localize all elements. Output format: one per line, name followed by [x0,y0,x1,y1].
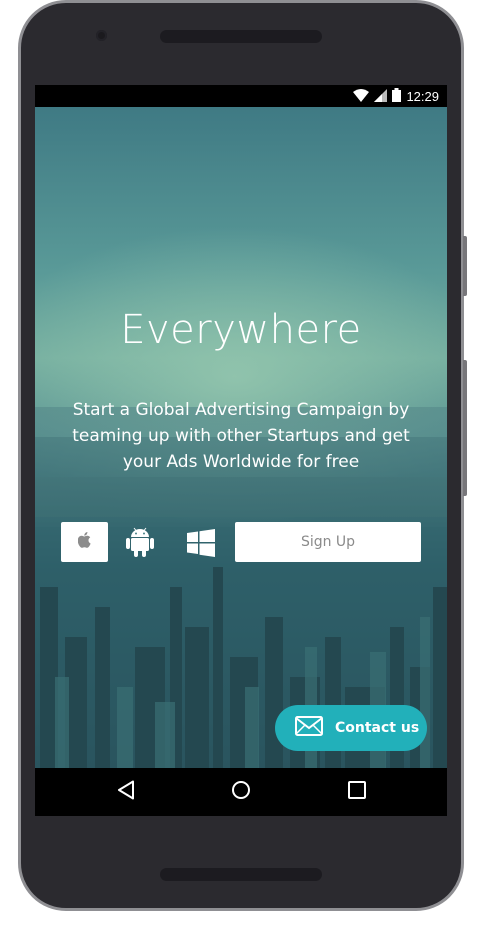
back-icon [117,780,135,804]
home-icon [231,780,251,804]
status-time: 12:29 [406,89,439,104]
landing-page: Everywhere Start a Global Advertising Ca… [35,107,447,768]
volume-button [463,236,467,296]
battery-icon [392,88,402,105]
front-camera [96,30,107,41]
android-navigation-bar [35,768,447,816]
bottom-speaker [160,868,322,881]
envelope-icon [295,716,323,740]
home-button[interactable] [229,780,253,804]
contact-us-label: Contact us [335,720,420,736]
power-button [463,360,467,496]
contact-us-button[interactable]: Contact us [275,705,427,751]
apple-store-button[interactable] [61,522,108,562]
signal-icon [374,88,388,105]
page-description: Start a Global Advertising Campaign by t… [72,400,410,472]
page-headline: Everywhere [120,307,362,353]
signup-button[interactable]: Sign Up [235,522,421,562]
back-button[interactable] [114,780,138,804]
windows-icon[interactable] [187,529,215,557]
wifi-icon [353,88,370,105]
apple-icon [77,532,92,552]
phone-screen: 12:29 Everywhere Start a Global Advertis… [35,85,447,816]
android-icon[interactable] [126,527,154,557]
recents-button[interactable] [345,780,369,804]
top-speaker [160,30,322,43]
status-bar: 12:29 [35,85,447,107]
recents-icon [348,781,366,803]
